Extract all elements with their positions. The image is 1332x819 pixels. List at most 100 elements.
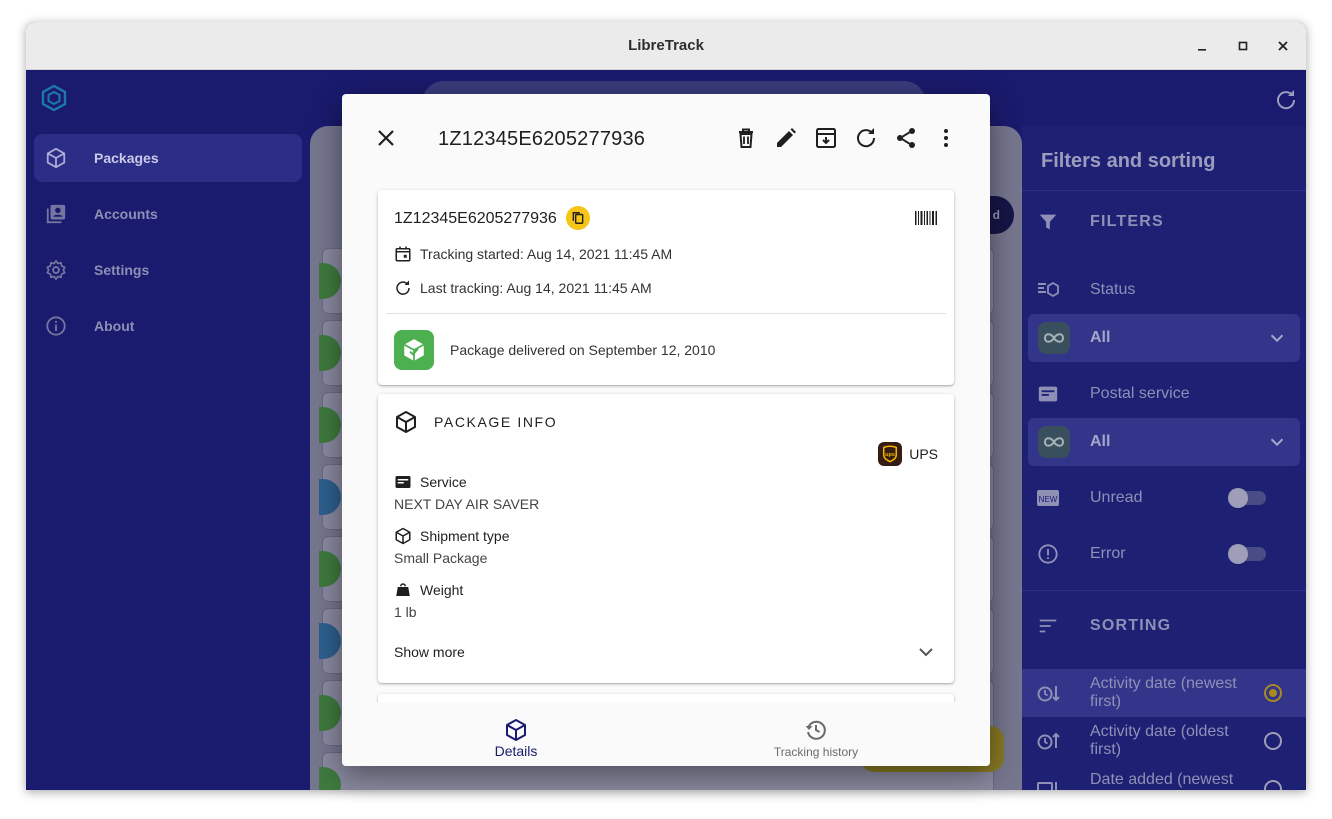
ups-logo-icon: ups — [878, 442, 902, 466]
sidebar-item-label: Packages — [94, 150, 159, 166]
tracking-card: 1Z12345E6205277936 Tracking started: Aug… — [378, 190, 954, 385]
service-label-row: Service — [394, 472, 467, 492]
svg-text:NEW: NEW — [1039, 495, 1058, 504]
sidebar-item-about[interactable]: About — [34, 302, 302, 350]
service-icon — [395, 476, 411, 488]
package-info-header: PACKAGE INFO — [434, 414, 558, 430]
accounts-icon — [44, 202, 68, 226]
filters-panel: Filters and sorting FILTERS Status All P… — [1022, 126, 1306, 790]
sort-icon — [1036, 614, 1060, 638]
package-icon — [396, 411, 416, 433]
infinity-icon — [1038, 426, 1070, 458]
carrier-name: UPS — [909, 446, 938, 462]
tab-details[interactable]: Details — [354, 702, 678, 766]
sort-time-ascending-icon — [1037, 732, 1060, 750]
sort-option-activity-newest[interactable]: Activity date (newest first) — [1022, 669, 1306, 717]
close-icon — [1278, 41, 1288, 51]
postal-service-select[interactable]: All — [1028, 418, 1300, 466]
copy-button[interactable] — [566, 206, 590, 230]
filters-panel-title: Filters and sorting — [1041, 150, 1216, 172]
sorting-section-header: SORTING — [1022, 602, 1306, 650]
last-tracking-row: Last tracking: Aug 14, 2021 11:45 AM — [394, 278, 652, 298]
postal-service-filter-label: Postal service — [1022, 370, 1306, 418]
package-icon — [395, 527, 411, 545]
divider — [1022, 190, 1306, 191]
barcode-icon[interactable] — [914, 208, 938, 228]
sidebar-item-settings[interactable]: Settings — [34, 246, 302, 294]
sidebar-item-packages[interactable]: Packages — [34, 134, 302, 182]
sidebar-item-label: Settings — [94, 262, 150, 278]
sidebar-item-label: About — [94, 318, 135, 334]
dialog-title: 1Z12345E6205277936 — [438, 128, 646, 150]
error-filter-row[interactable]: Error — [1022, 530, 1306, 578]
tracking-started-row: Tracking started: Aug 14, 2021 11:45 AM — [394, 244, 672, 264]
delete-icon[interactable] — [734, 126, 758, 150]
error-toggle[interactable] — [1228, 544, 1266, 564]
delivery-status: Package delivered on September 12, 2010 — [450, 342, 716, 358]
svg-text:ups: ups — [885, 452, 895, 458]
package-details-dialog: 1Z12345E6205277936 1Z12345E6205277936 Tr… — [342, 94, 990, 766]
filters-section-header: FILTERS — [1022, 198, 1306, 246]
tab-tracking-history[interactable]: Tracking history — [654, 702, 978, 766]
archive-icon[interactable] — [814, 126, 838, 150]
history-icon — [805, 720, 826, 740]
gear-icon — [44, 258, 68, 282]
maximize-icon — [1238, 41, 1248, 51]
minimize-button[interactable] — [1190, 34, 1214, 58]
refresh-icon[interactable] — [1274, 88, 1298, 112]
copy-icon — [572, 212, 584, 224]
service-value: NEXT DAY AIR SAVER — [394, 496, 540, 512]
refresh-icon — [396, 280, 410, 295]
shipment-type-label-row: Shipment type — [394, 526, 510, 546]
radio-unselected[interactable] — [1264, 732, 1282, 750]
info-icon — [44, 314, 68, 338]
weight-label-row: Weight — [394, 580, 463, 600]
radio-unselected[interactable] — [1264, 780, 1282, 790]
shipment-type-value: Small Package — [394, 550, 488, 566]
status-filter-label: Status — [1022, 266, 1306, 314]
maximize-button[interactable] — [1231, 34, 1255, 58]
tab-label: Tracking history — [773, 745, 859, 759]
chevron-down-icon[interactable] — [914, 640, 938, 664]
sort-calendar-icon — [1037, 782, 1057, 790]
app-logo-icon — [41, 84, 67, 112]
dialog-toolbar: 1Z12345E6205277936 — [342, 94, 990, 182]
chevron-down-icon — [1270, 334, 1284, 343]
error-icon — [1036, 542, 1060, 566]
tab-label: Details — [494, 743, 538, 759]
delivered-package-icon — [394, 330, 434, 370]
status-filter-icon — [1036, 278, 1060, 302]
calendar-icon — [395, 246, 411, 262]
close-icon[interactable] — [374, 126, 398, 150]
close-window-button[interactable] — [1271, 34, 1295, 58]
weight-icon — [396, 583, 410, 596]
sort-option-activity-oldest[interactable]: Activity date (oldest first) — [1022, 717, 1306, 765]
sidebar-item-accounts[interactable]: Accounts — [34, 190, 302, 238]
title-bar[interactable]: LibreTrack — [26, 22, 1306, 70]
radio-selected[interactable] — [1264, 684, 1282, 702]
sort-option-date-added-newest[interactable]: Date added (newest — [1022, 765, 1306, 790]
new-badge-icon: NEW — [1036, 486, 1060, 510]
divider — [1022, 590, 1306, 591]
status-select[interactable]: All — [1028, 314, 1300, 362]
refresh-icon[interactable] — [854, 126, 878, 150]
show-more-button[interactable]: Show more — [394, 644, 465, 660]
sidebar-item-label: Accounts — [94, 206, 158, 222]
filter-icon — [1036, 210, 1060, 234]
sort-time-descending-icon — [1037, 686, 1060, 702]
more-vert-icon[interactable] — [934, 126, 958, 150]
minimize-icon — [1198, 49, 1206, 51]
package-icon — [506, 719, 526, 741]
window-title: LibreTrack — [628, 37, 704, 54]
divider — [386, 313, 946, 314]
infinity-icon — [1038, 322, 1070, 354]
tracking-number: 1Z12345E6205277936 — [394, 210, 557, 227]
edit-icon[interactable] — [774, 126, 798, 150]
unread-filter-row[interactable]: NEW Unread — [1022, 474, 1306, 522]
share-icon[interactable] — [894, 126, 918, 150]
dialog-bottom-nav: Details Tracking history — [342, 702, 990, 766]
postal-service-icon — [1036, 382, 1060, 406]
weight-value: 1 lb — [394, 604, 417, 620]
package-icon — [44, 146, 68, 170]
unread-toggle[interactable] — [1228, 488, 1266, 508]
